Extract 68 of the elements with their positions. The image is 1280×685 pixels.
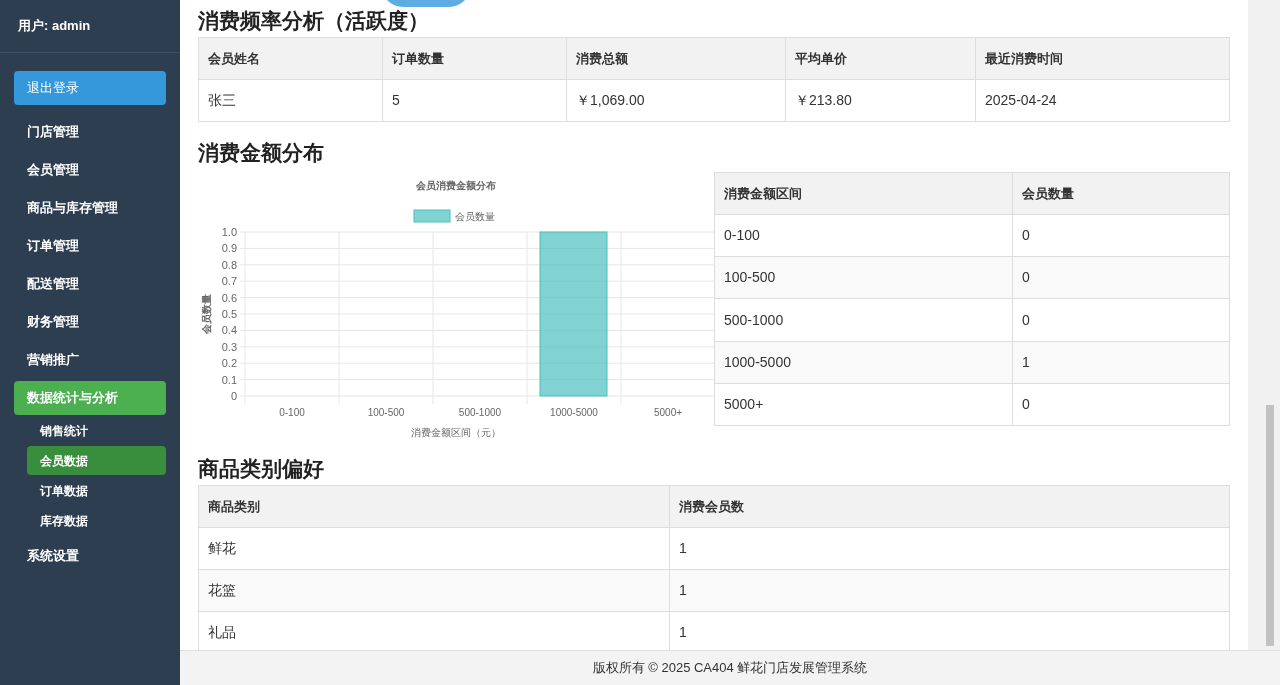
nav-subitem[interactable]: 库存数据	[27, 506, 166, 535]
column-header: 商品类别	[198, 485, 670, 528]
nav-item[interactable]: 订单管理	[14, 229, 166, 263]
column-header: 消费会员数	[669, 485, 1230, 528]
column-header: 订单数量	[382, 37, 567, 80]
nav-subitem[interactable]: 订单数据	[27, 476, 166, 505]
table-cell: 0	[1012, 298, 1230, 342]
y-tick-label: 0	[230, 390, 237, 402]
legend-swatch	[413, 209, 451, 223]
nav-item[interactable]: 配送管理	[14, 267, 166, 301]
x-tick-label: 100-500	[367, 407, 405, 418]
scrollbar[interactable]	[1248, 0, 1280, 650]
chart-title: 会员消费金额分布	[416, 180, 496, 191]
table-cell: 0-100	[714, 214, 1013, 257]
nav-item[interactable]: 会员管理	[14, 153, 166, 187]
y-tick-label: 0.6	[221, 291, 237, 304]
nav-item[interactable]: 营销推广	[14, 343, 166, 377]
y-tick-label: 0.7	[221, 275, 237, 288]
nav-item[interactable]: 财务管理	[14, 305, 166, 339]
nav-item[interactable]: 系统设置	[14, 539, 166, 573]
x-axis-title: 消费金额区间（元）	[411, 427, 501, 438]
y-tick-label: 0.3	[221, 340, 237, 353]
y-tick-label: 0.1	[221, 373, 237, 386]
x-tick-label: 1000-5000	[550, 407, 598, 418]
x-tick-label: 500-1000	[458, 407, 502, 418]
table-cell: 500-1000	[714, 298, 1013, 342]
y-tick-label: 0.5	[221, 308, 237, 320]
x-tick-label: 0-100	[279, 407, 305, 418]
table-cell: 张三	[198, 79, 383, 122]
nav-subitem[interactable]: 销售统计	[27, 416, 166, 445]
y-tick-label: 1.0	[221, 226, 237, 238]
column-header: 会员数量	[1012, 172, 1230, 215]
nav-subitem[interactable]: 会员数据	[27, 446, 166, 475]
footer-text: 版权所有 © 2025 CA404 鲜花门店发展管理系统	[592, 659, 868, 678]
nav-item[interactable]: 门店管理	[14, 115, 166, 149]
table-cell: ￥1,069.00	[566, 79, 786, 122]
table-cell: 鲜花	[198, 527, 670, 570]
table-cell: 1	[1012, 341, 1230, 384]
table-cell: 5	[382, 79, 567, 122]
table-cell: 5000+	[714, 383, 1013, 426]
table-cell: 0	[1012, 383, 1230, 426]
section-heading: 商品类别偏好	[198, 456, 325, 482]
table-cell: 2025-04-24	[975, 79, 1230, 122]
column-header: 消费总额	[566, 37, 786, 80]
table-cell: 1	[669, 569, 1230, 612]
user-label: 用户: admin	[18, 17, 91, 36]
table-cell: ￥213.80	[785, 79, 976, 122]
table-cell: 1	[669, 527, 1230, 570]
column-header: 平均单价	[785, 37, 976, 80]
section-heading: 消费频率分析（活跃度）	[198, 8, 430, 34]
table-cell: 100-500	[714, 256, 1013, 299]
x-tick-label: 5000+	[653, 407, 683, 418]
y-tick-label: 0.2	[221, 357, 237, 370]
section-heading: 消费金额分布	[198, 140, 325, 166]
table-cell: 0	[1012, 214, 1230, 257]
nav-item[interactable]: 商品与库存管理	[14, 191, 166, 225]
table-cell: 0	[1012, 256, 1230, 299]
table-cell: 花篮	[198, 569, 670, 612]
column-header: 消费金额区间	[714, 172, 1013, 215]
y-tick-label: 0.8	[221, 258, 237, 271]
table-cell: 1000-5000	[714, 341, 1013, 384]
y-axis-title: 会员数量	[201, 294, 212, 334]
y-tick-label: 0.9	[221, 242, 237, 255]
y-tick-label: 0.4	[221, 324, 237, 337]
column-header: 最近消费时间	[975, 37, 1230, 80]
legend-label: 会员数量	[455, 211, 495, 222]
column-header: 会员姓名	[198, 37, 383, 80]
scrollbar-thumb[interactable]	[1266, 405, 1274, 646]
